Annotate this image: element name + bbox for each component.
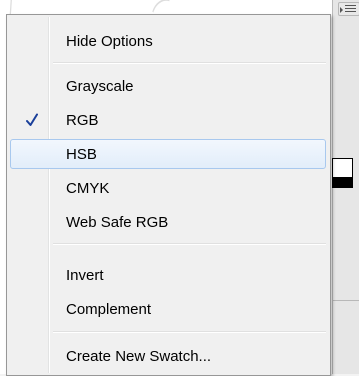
menu-item-label: Invert [66,267,104,284]
menu-item-hide-options[interactable]: Hide Options [10,26,326,56]
menu-item-cmyk[interactable]: CMYK [10,173,326,203]
color-mode-context-menu: Hide Options Grayscale RGB HSB CMYK Web … [6,14,331,376]
menu-item-label: Create New Swatch... [66,348,212,365]
panel-divider [332,300,359,301]
menu-item-create-new-swatch[interactable]: Create New Swatch... [10,341,326,371]
menu-item-label: RGB [66,112,99,129]
menu-item-label: Web Safe RGB [66,214,169,231]
menu-item-hsb[interactable]: HSB [10,139,326,169]
menu-separator [53,62,326,64]
check-icon [26,113,38,126]
menu-item-web-safe-rgb[interactable]: Web Safe RGB [10,207,326,237]
menu-item-complement[interactable]: Complement [10,294,326,324]
color-swatch-preview[interactable] [332,158,353,188]
menu-item-rgb[interactable]: RGB [10,105,326,135]
menu-item-label: Complement [66,301,152,318]
menu-item-label: CMYK [66,180,110,197]
menu-item-label: Hide Options [66,33,153,50]
menu-item-label: Grayscale [66,78,134,95]
menu-separator [53,331,326,333]
menu-item-label: HSB [66,146,97,163]
menu-item-invert[interactable]: Invert [10,260,326,290]
panel-menu-icon[interactable] [338,2,359,16]
menu-item-grayscale[interactable]: Grayscale [10,71,326,101]
menu-separator [53,243,326,245]
